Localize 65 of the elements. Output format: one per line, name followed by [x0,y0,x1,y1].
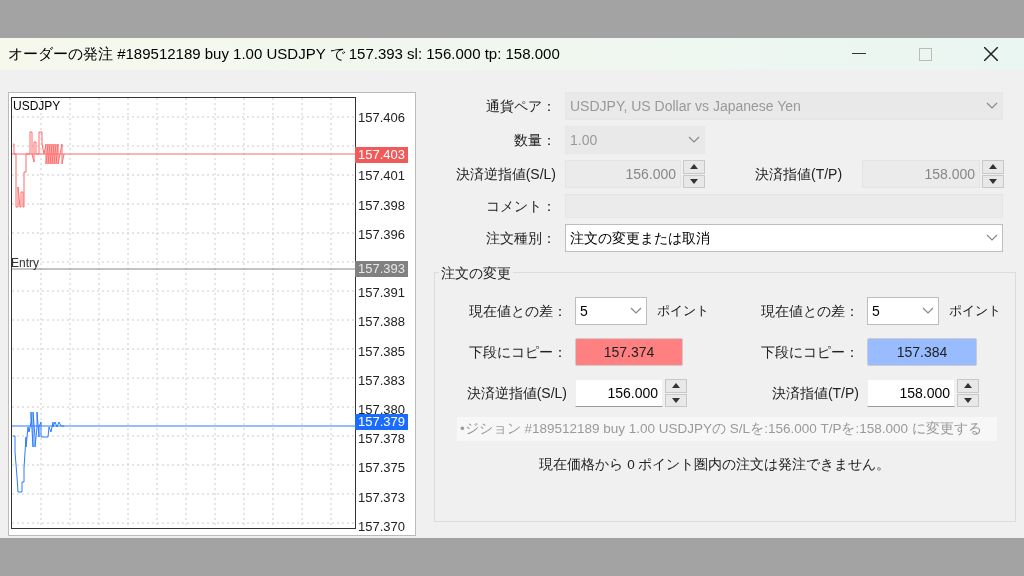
field-label: 決済指値(T/P) [755,164,844,184]
triangle-up-icon [690,164,698,170]
price-badge: 157.393 [355,261,408,277]
spin-up-button[interactable] [683,160,705,174]
field-label: 現在値との差： [468,301,567,321]
axis-label: 157.391 [358,286,405,301]
axis-label: 157.380 [358,403,405,417]
axis-label: 157.385 [358,344,405,359]
triangle-down-icon [964,397,972,403]
field-label: コメント： [485,196,556,216]
spin-up-button[interactable] [982,160,1004,174]
spin-up-button[interactable] [957,379,979,393]
triangle-down-icon [672,397,680,403]
axis-label: 157.378 [358,432,405,447]
spin-down-button[interactable] [683,174,705,188]
copy-price-button[interactable]: 157.374 [575,338,683,366]
unit-label: ポイント [657,302,709,321]
chevron-down-icon [986,102,998,110]
price-badge: 157.379 [355,414,408,430]
points-select[interactable]: 5 [867,297,939,325]
field-label: 現在値との差： [760,301,859,321]
triangle-down-icon [989,178,997,184]
axis-label: 157.373 [358,490,405,505]
axis-label: 157.401 [358,169,405,184]
axis-label: 157.406 [358,111,405,125]
field-label: 決済逆指値(S/L) [454,164,556,184]
field-label: 数量： [513,130,556,150]
entry-label: Entry [11,257,39,269]
field-label: 通貨ペア： [485,96,556,116]
spin-down-button[interactable] [982,174,1004,188]
number-field[interactable]: 156.000 [575,379,663,407]
axis-label: 157.398 [358,198,405,213]
axis-label: 157.375 [358,461,405,476]
axis-label: 157.383 [358,373,405,388]
chevron-down-icon [630,307,642,315]
field-label: 注文種別： [485,228,556,248]
triangle-up-icon [964,383,972,389]
spin-down-button[interactable] [957,393,979,407]
field-label: 下段にコピー： [468,342,567,362]
field-label: 決済指値(T/P) [770,383,859,403]
spin-down-button[interactable] [665,393,687,407]
chevron-down-icon [688,136,700,144]
unit-label: ポイント [949,302,1001,321]
notice-text: 現在価格から 0 ポイント圏内の注文は発注できません。 [539,456,891,474]
copy-price-button[interactable]: 157.384 [867,338,977,366]
triangle-up-icon [989,164,997,170]
maximize-icon [918,47,932,61]
order-type-select[interactable]: 注文の変更または取消 [565,224,1003,252]
minimize-icon [852,53,866,55]
number-field[interactable]: 158.000 [867,379,955,407]
price-badge: 157.403 [355,147,408,163]
triangle-up-icon [672,383,680,389]
axis-label: 157.388 [358,315,405,330]
chevron-down-icon [986,234,998,242]
field-label: 決済逆指値(S/L) [465,383,567,403]
symbol-label: USDJPY [13,98,61,115]
points-select[interactable]: 5 [575,297,647,325]
close-icon [984,47,998,61]
field-label: 下段にコピー： [760,342,859,362]
triangle-down-icon [690,178,698,184]
spin-up-button[interactable] [665,379,687,393]
axis-label: 157.370 [358,519,405,534]
axis-label: 157.396 [358,227,405,242]
window-title: オーダーの発注 #189512189 buy 1.00 USDJPY で 157.393 sl: 156.000 tp: 158.000 [7,43,560,64]
chevron-down-icon [922,307,934,315]
